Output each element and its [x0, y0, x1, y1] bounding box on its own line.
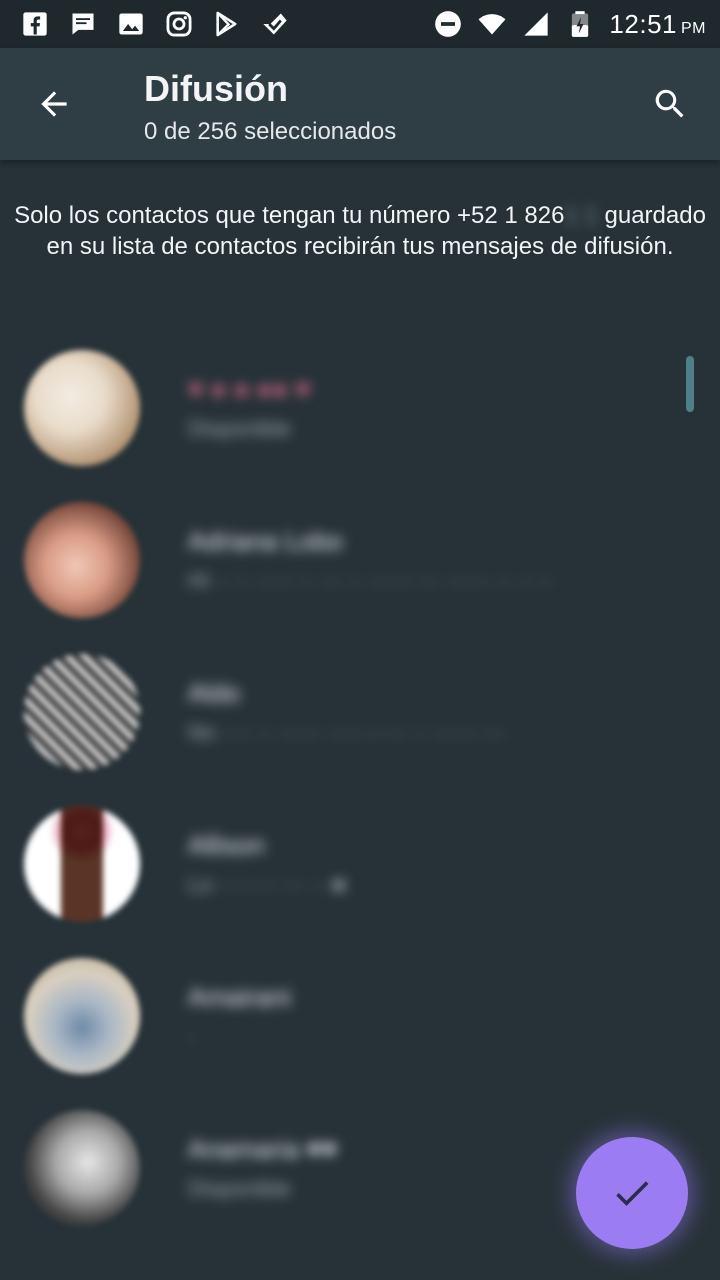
feedly-icon	[260, 9, 290, 39]
message-icon	[68, 9, 98, 39]
avatar	[24, 654, 140, 770]
contact-row[interactable]: Adriana Lobo Hi ·· ·· ····· ·· ··· ·· ··…	[0, 482, 720, 634]
broadcast-notice: Solo los contactos que tengan tu número …	[14, 200, 706, 262]
contact-row[interactable]: Allison Lo ········ ··· ·· ■	[0, 786, 720, 938]
masked-phone-number: 1 1	[564, 202, 598, 229]
gallery-icon	[116, 9, 146, 39]
contact-status: Disponible	[188, 1176, 291, 1201]
contact-list[interactable]: ♥ ● ● ●● ♥ Disponible Adriana Lobo Hi ··…	[0, 330, 720, 1242]
contact-status: ·	[188, 1024, 196, 1049]
avatar	[24, 1110, 140, 1226]
contact-status: Lo ········ ··· ·· ■	[188, 872, 346, 897]
app-bar: Difusión 0 de 256 seleccionados	[0, 48, 720, 160]
arrow-back-icon	[41, 91, 67, 117]
avatar	[24, 502, 140, 618]
contact-row[interactable]: ♥ ● ● ●● ♥ Disponible	[0, 330, 720, 482]
contact-name: ♥ ● ● ●● ♥	[188, 374, 311, 404]
contact-name: Anamaria ♥♥	[188, 1134, 338, 1164]
contact-status: Hi ·· ·· ····· ·· ··· ·· ······ ··· ····…	[188, 568, 554, 593]
search-icon	[655, 89, 684, 118]
contact-status: Nn ···· ·· ······ ····· - ··· ·· ······ …	[188, 720, 506, 745]
notification-icons	[20, 9, 290, 39]
battery-icon	[565, 9, 595, 39]
scrollbar[interactable]	[686, 356, 694, 412]
selection-count: 0 de 256 seleccionados	[144, 118, 397, 145]
contact-name: Allison	[188, 830, 265, 860]
page-title: Difusión	[144, 68, 288, 109]
system-status: 12:51 PM	[433, 9, 706, 40]
back-button[interactable]	[24, 78, 84, 130]
contact-name: Amairani	[188, 982, 291, 1012]
search-button[interactable]	[642, 78, 698, 130]
status-bar: 12:51 PM	[0, 0, 720, 48]
play-store-icon	[212, 9, 242, 39]
contact-row[interactable]: Amairani ·	[0, 938, 720, 1090]
contact-status: Disponible	[188, 416, 291, 441]
check-icon	[616, 1181, 649, 1206]
instagram-icon	[164, 9, 194, 39]
do-not-disturb-icon	[433, 9, 463, 39]
confirm-button[interactable]	[576, 1137, 688, 1249]
signal-icon	[521, 9, 551, 39]
clock: 12:51 PM	[609, 8, 706, 39]
facebook-icon	[20, 9, 50, 39]
avatar	[24, 958, 140, 1074]
contact-name: Aldo	[188, 678, 241, 708]
avatar	[24, 806, 140, 922]
notice-text-before: Solo los contactos que tengan tu número …	[14, 202, 565, 229]
contact-row[interactable]: Aldo Nn ···· ·· ······ ····· - ··· ·· ··…	[0, 634, 720, 786]
avatar	[24, 350, 140, 466]
contact-name: Adriana Lobo	[188, 526, 343, 556]
wifi-icon	[477, 9, 507, 39]
